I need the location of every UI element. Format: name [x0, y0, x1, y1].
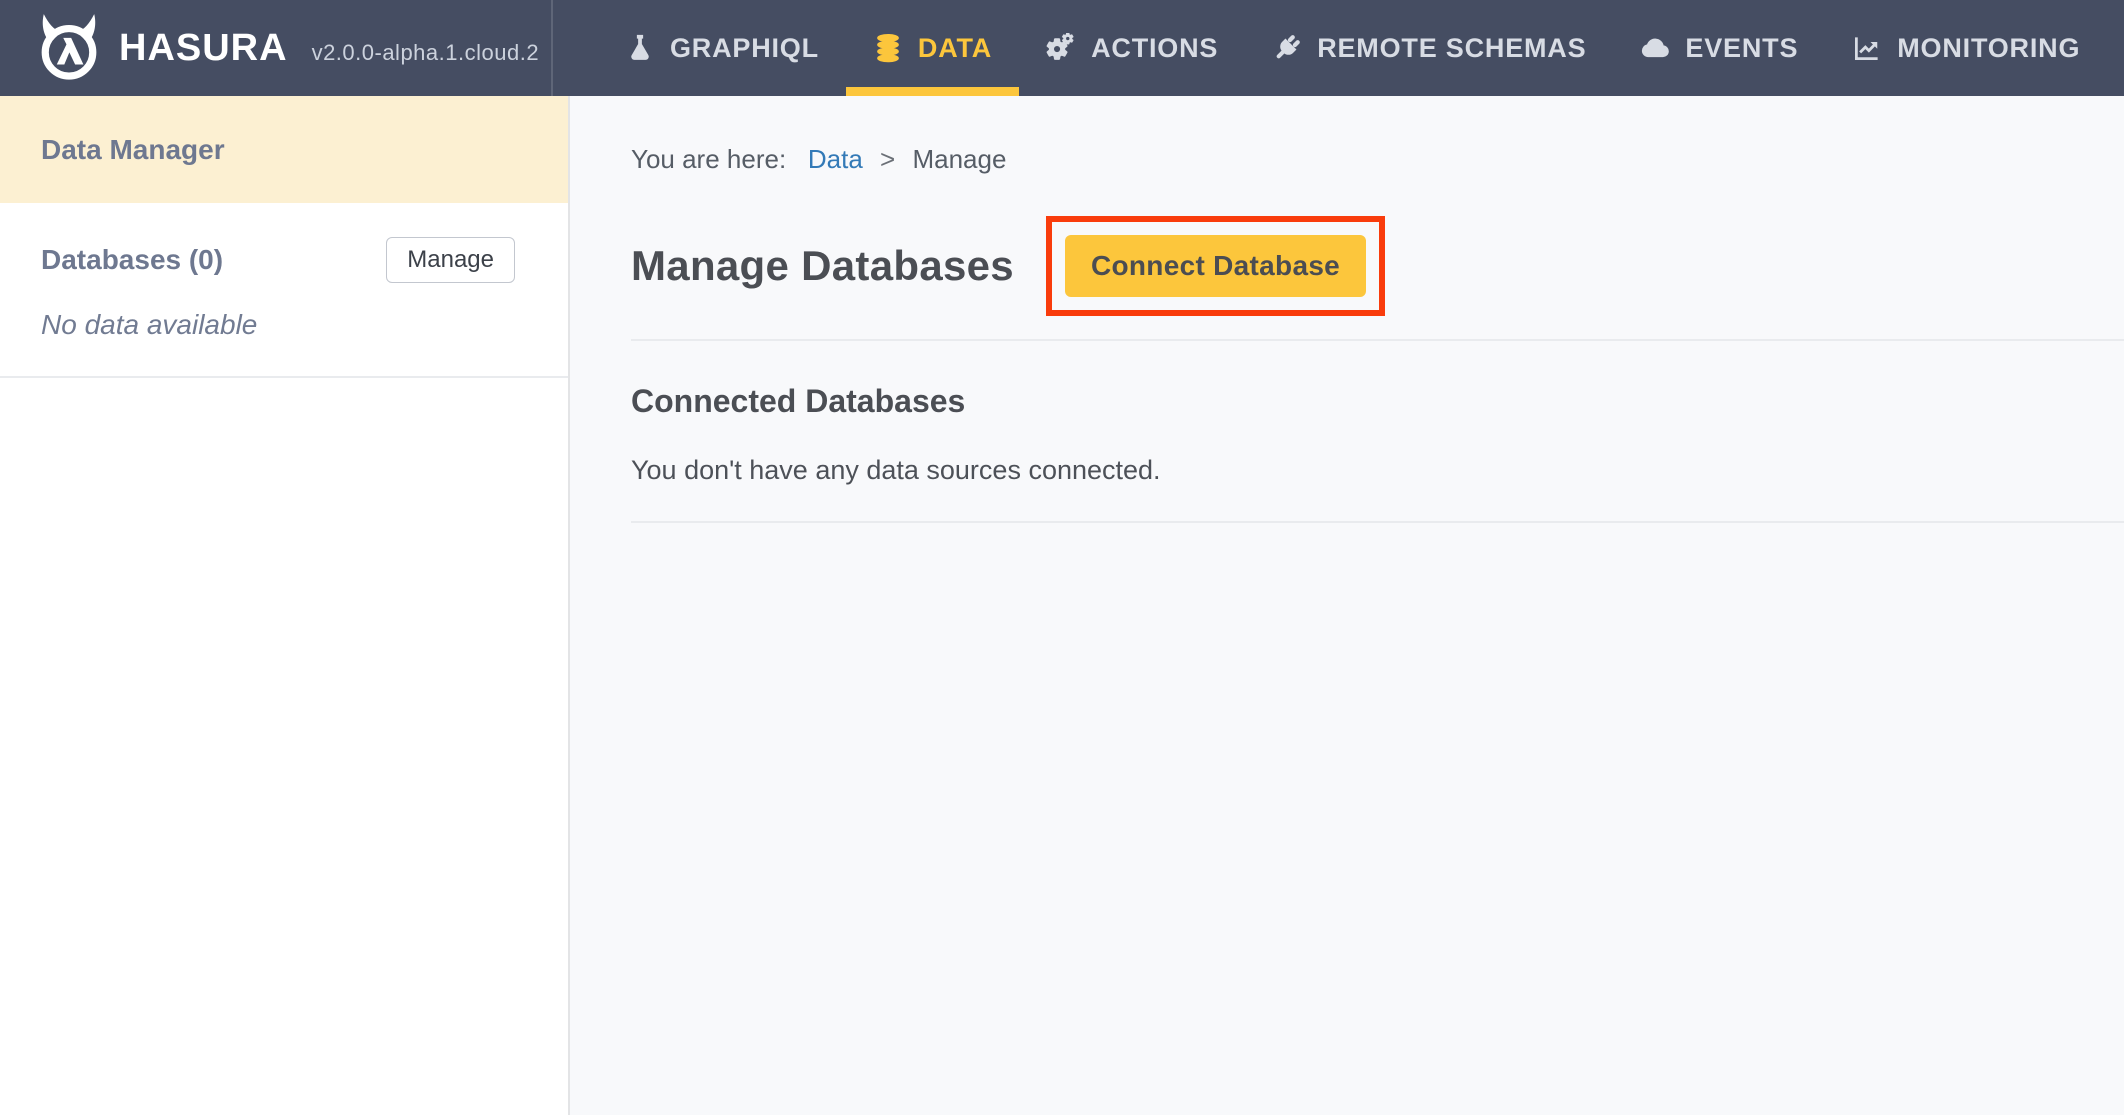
- nav-tab-data[interactable]: DATA: [846, 0, 1019, 96]
- nav-tab-monitoring[interactable]: MONITORING: [1825, 0, 2107, 96]
- nav-tab-label: ACTIONS: [1091, 33, 1218, 64]
- cloud-icon: [1640, 33, 1670, 63]
- main-content: You are here: Data > Manage Manage Datab…: [570, 96, 2124, 1115]
- manage-button[interactable]: Manage: [386, 237, 515, 283]
- page-title: Manage Databases: [631, 242, 1014, 290]
- nav-tab-label: GRAPHIQL: [670, 33, 819, 64]
- breadcrumb-link-data[interactable]: Data: [808, 144, 863, 174]
- click-highlight-box: Connect Database: [1046, 216, 1385, 316]
- no-sources-text: You don't have any data sources connecte…: [631, 453, 2124, 487]
- breadcrumb-separator: >: [880, 144, 895, 174]
- database-icon: [873, 33, 903, 63]
- chart-icon: [1852, 33, 1882, 63]
- hasura-logo-icon: [33, 9, 105, 87]
- divider: [631, 521, 2124, 523]
- version-label: v2.0.0-alpha.1.cloud.2: [312, 40, 540, 66]
- nav-tab-label: EVENTS: [1685, 33, 1798, 64]
- nav-tab-label: DATA: [918, 33, 992, 64]
- plug-icon: [1272, 33, 1302, 63]
- sidebar-empty-text: No data available: [41, 309, 515, 341]
- sidebar-item-data-manager[interactable]: Data Manager: [0, 96, 568, 203]
- sidebar-item-label: Data Manager: [41, 134, 225, 166]
- nav-tab-label: MONITORING: [1897, 33, 2080, 64]
- gears-icon: [1046, 33, 1076, 63]
- breadcrumb-current: Manage: [912, 144, 1006, 174]
- flask-icon: [625, 33, 655, 63]
- data-sidebar: Data Manager Databases (0) Manage No dat…: [0, 96, 570, 1115]
- databases-count-label: Databases (0): [41, 244, 223, 276]
- nav-tab-actions[interactable]: ACTIONS: [1019, 0, 1245, 96]
- connect-database-button[interactable]: Connect Database: [1065, 235, 1366, 297]
- sidebar-databases-section: Databases (0) Manage No data available: [0, 203, 568, 378]
- nav-tab-events[interactable]: EVENTS: [1613, 0, 1825, 96]
- divider: [631, 339, 2124, 341]
- connected-databases-title: Connected Databases: [631, 381, 2124, 421]
- breadcrumb-prefix: You are here:: [631, 144, 786, 174]
- brand-wordmark: HASURA: [119, 27, 288, 70]
- main-nav: GRAPHIQL DATA ACTIONS: [598, 0, 2107, 96]
- nav-tab-remote-schemas[interactable]: REMOTE SCHEMAS: [1245, 0, 1613, 96]
- nav-tab-graphiql[interactable]: GRAPHIQL: [598, 0, 846, 96]
- nav-tab-label: REMOTE SCHEMAS: [1317, 33, 1586, 64]
- hasura-brand[interactable]: HASURA v2.0.0-alpha.1.cloud.2: [0, 0, 553, 96]
- breadcrumb: You are here: Data > Manage: [631, 142, 2124, 176]
- top-nav-bar: HASURA v2.0.0-alpha.1.cloud.2 GRAPHIQL D…: [0, 0, 2124, 96]
